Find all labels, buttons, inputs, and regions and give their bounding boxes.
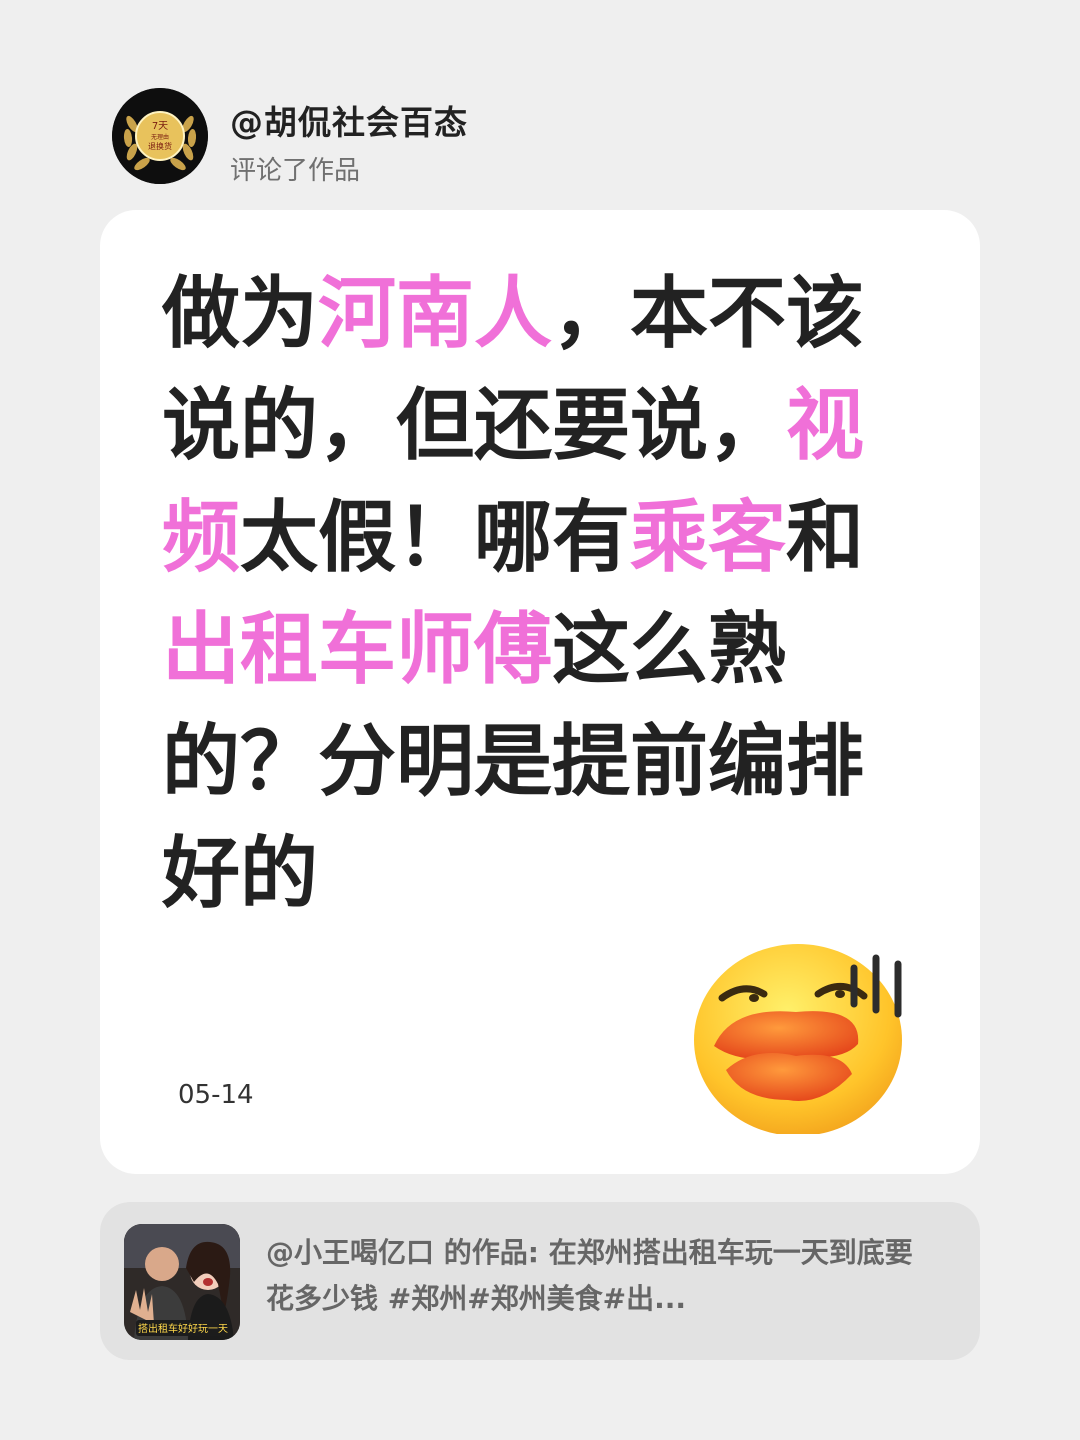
video-thumbnail[interactable]: 搭出租车好好玩一天 xyxy=(124,1224,240,1340)
referenced-video-title[interactable]: @小王喝亿口 的作品: 在郑州搭出租车玩一天到底要花多少钱 #郑州#郑州美食#出… xyxy=(266,1230,936,1322)
comment-header: 7天 无理由 退换货 @胡侃社会百态 评论了作品 xyxy=(112,88,972,186)
svg-text:无理由: 无理由 xyxy=(151,133,169,141)
comment-segment: 做为 xyxy=(162,269,319,359)
comment-card: 做为河南人，本不该说的，但还要说，视频太假！哪有乘客和出租车师傅这么熟的？分明是… xyxy=(100,210,980,1174)
comment-segment: 太假！哪有 xyxy=(240,493,631,583)
user-avatar[interactable]: 7天 无理由 退换货 xyxy=(112,88,208,184)
comment-date: 05-14 xyxy=(178,1080,254,1110)
svg-text:7天: 7天 xyxy=(152,121,168,132)
comment-highlight: 乘客 xyxy=(630,493,787,583)
user-name[interactable]: @胡侃社会百态 xyxy=(230,96,468,144)
comment-highlight: 出租车师傅 xyxy=(162,605,553,695)
svg-text:搭出租车好好玩一天: 搭出租车好好玩一天 xyxy=(138,1322,228,1335)
laurel-badge-icon: 7天 无理由 退换货 xyxy=(112,88,208,184)
duck-face-emoji-icon xyxy=(694,944,902,1134)
action-label: 评论了作品 xyxy=(230,156,361,186)
comment-segment: 和 xyxy=(786,493,865,583)
comment-highlight: 河南人 xyxy=(318,269,553,359)
referenced-video-card[interactable]: 搭出租车好好玩一天 @小王喝亿口 的作品: 在郑州搭出租车玩一天到底要花多少钱 … xyxy=(100,1202,980,1360)
svg-text:退换货: 退换货 xyxy=(148,141,172,151)
comment-text: 做为河南人，本不该说的，但还要说，视频太假！哪有乘客和出租车师傅这么熟的？分明是… xyxy=(162,258,902,930)
